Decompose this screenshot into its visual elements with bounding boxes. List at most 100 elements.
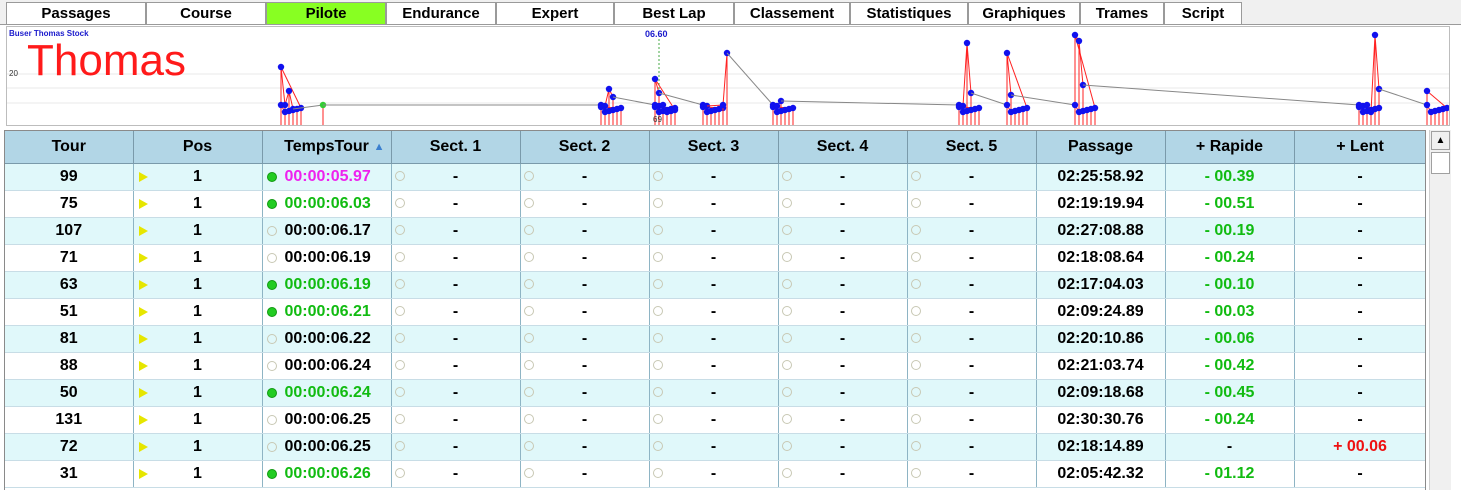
cell-sect2: - xyxy=(520,217,650,245)
cell-tempstour: 00:00:06.22 xyxy=(262,325,392,353)
cell-sect5-value: - xyxy=(968,195,975,212)
tab-expert[interactable]: Expert xyxy=(496,2,614,24)
chart-point xyxy=(1371,31,1379,39)
table-row[interactable]: 63 1 00:00:06.19- - - - -02:17:04.03- 00.10- xyxy=(5,271,1425,299)
cell-sect1-value: - xyxy=(452,330,459,347)
cell-sect1: - xyxy=(391,433,521,461)
tab-graphiques[interactable]: Graphiques xyxy=(968,2,1080,24)
col-header-pos[interactable]: Pos xyxy=(133,131,263,164)
cell-tour: 81 xyxy=(5,325,134,353)
sector-dot-icon xyxy=(394,252,405,262)
cell-passage: 02:27:08.88 xyxy=(1036,217,1166,245)
scroll-up-arrow-icon[interactable]: ▲ xyxy=(1431,131,1450,150)
cell-sect2: - xyxy=(520,433,650,461)
col-header-tempstour[interactable]: TempsTour ▲ xyxy=(262,131,392,164)
tab-script[interactable]: Script xyxy=(1164,2,1242,24)
table-row[interactable]: 71 1 00:00:06.19- - - - -02:18:08.64- 00.24- xyxy=(5,244,1425,272)
position-flag-icon xyxy=(138,172,148,182)
chart-point xyxy=(281,101,289,109)
cell-rapide: - 00.10 xyxy=(1165,271,1295,299)
col-header-passage[interactable]: Passage xyxy=(1036,131,1166,164)
tab-classement[interactable]: Classement xyxy=(734,2,850,24)
tab-passages[interactable]: Passages xyxy=(6,2,146,24)
scroll-thumb[interactable] xyxy=(1431,152,1450,174)
cell-sect1-value: - xyxy=(452,276,459,293)
cell-sect2-value: - xyxy=(581,168,588,185)
cell-pos-value: 1 xyxy=(193,330,202,347)
sector-dot-icon xyxy=(523,387,534,397)
cell-sect1: - xyxy=(391,163,521,191)
table-row[interactable]: 107 1 00:00:06.17- - - - -02:27:08.88- 00.19- xyxy=(5,217,1425,245)
cell-sect4: - xyxy=(778,460,908,488)
chart-point xyxy=(1003,49,1011,57)
sector-dot-icon xyxy=(652,252,663,262)
sector-dot-icon xyxy=(910,171,921,181)
cell-tempstour-value: 00:00:06.25 xyxy=(284,438,371,455)
cell-sect2: - xyxy=(520,460,650,488)
cell-tour: 50 xyxy=(5,379,134,407)
best-lap-dot-icon xyxy=(266,468,277,479)
tab-course[interactable]: Course xyxy=(146,2,266,24)
col-header-sect5[interactable]: Sect. 5 xyxy=(907,131,1037,164)
vertical-scrollbar[interactable]: ▲ xyxy=(1429,130,1451,490)
cell-sect2: - xyxy=(520,352,650,380)
cell-sect4: - xyxy=(778,406,908,434)
table-row[interactable]: 88 1 00:00:06.24- - - - -02:21:03.74- 00.42- xyxy=(5,352,1425,380)
table-row[interactable]: 51 1 00:00:06.21- - - - -02:09:24.89- 00.03- xyxy=(5,298,1425,326)
sector-dot-icon xyxy=(652,414,663,424)
cell-lent: - xyxy=(1294,190,1425,218)
tab-trames[interactable]: Trames xyxy=(1080,2,1164,24)
table-row[interactable]: 81 1 00:00:06.22- - - - -02:20:10.86- 00.06- xyxy=(5,325,1425,353)
sector-dot-icon xyxy=(652,198,663,208)
sector-dot-icon xyxy=(910,198,921,208)
table-row[interactable]: 75 1 00:00:06.03- - - - -02:19:19.94- 00.51- xyxy=(5,190,1425,218)
sector-dot-icon xyxy=(781,387,792,397)
cell-sect3: - xyxy=(649,433,779,461)
sector-dot-icon xyxy=(910,414,921,424)
cell-sect4: - xyxy=(778,163,908,191)
position-flag-icon xyxy=(138,226,148,236)
table-row[interactable]: 72 1 00:00:06.25- - - - -02:18:14.89- + 00.06 xyxy=(5,433,1425,461)
table-row[interactable]: 131 1 00:00:06.25- - - - -02:30:30.76- 00.24- xyxy=(5,406,1425,434)
cell-tempstour: 00:00:06.25 xyxy=(262,406,392,434)
sector-dot-icon xyxy=(394,198,405,208)
cell-rapide: - 00.39 xyxy=(1165,163,1295,191)
col-header-lent[interactable]: + Lent xyxy=(1294,131,1425,164)
cell-sect4-value: - xyxy=(839,411,846,428)
chart-point xyxy=(617,104,625,112)
sector-dot-icon xyxy=(523,360,534,370)
tab-endurance[interactable]: Endurance xyxy=(386,2,496,24)
cell-sect4-value: - xyxy=(839,330,846,347)
col-header-sect3[interactable]: Sect. 3 xyxy=(649,131,779,164)
col-header-sect1[interactable]: Sect. 1 xyxy=(391,131,521,164)
table-row[interactable]: 50 1 00:00:06.24- - - - -02:09:18.68- 00.45- xyxy=(5,379,1425,407)
sector-dot-icon xyxy=(781,333,792,343)
cell-lent: - xyxy=(1294,163,1425,191)
tab-best-lap[interactable]: Best Lap xyxy=(614,2,734,24)
cell-passage: 02:18:08.64 xyxy=(1036,244,1166,272)
sector-dot-icon xyxy=(781,441,792,451)
cell-sect4-value: - xyxy=(839,438,846,455)
laps-table-container[interactable]: Tour Pos TempsTour ▲ Sect. 1 Sect. 2 Sect… xyxy=(4,130,1426,490)
tab-pilote[interactable]: Pilote xyxy=(266,2,386,24)
best-lap-dot-icon xyxy=(266,306,277,317)
cell-pos: 1 xyxy=(133,352,263,380)
cell-sect3: - xyxy=(649,298,779,326)
cell-sect1: - xyxy=(391,325,521,353)
table-row[interactable]: 31 1 00:00:06.26- - - - -02:05:42.32- 01.12- xyxy=(5,460,1425,488)
position-flag-icon xyxy=(138,415,148,425)
cell-pos-value: 1 xyxy=(193,411,202,428)
cell-sect4: - xyxy=(778,217,908,245)
sector-dot-icon xyxy=(394,306,405,316)
position-flag-icon xyxy=(138,361,148,371)
sector-dot-icon xyxy=(781,306,792,316)
cell-sect3-value: - xyxy=(710,222,717,239)
col-header-rapide[interactable]: + Rapide xyxy=(1165,131,1295,164)
col-header-sect4[interactable]: Sect. 4 xyxy=(778,131,908,164)
cell-sect3-value: - xyxy=(710,411,717,428)
col-header-tour[interactable]: Tour xyxy=(5,131,134,164)
tab-statistiques[interactable]: Statistiques xyxy=(850,2,968,24)
lap-time-chart[interactable]: Buser Thomas Stock Thomas 20 06.60 69 xyxy=(6,26,1450,126)
col-header-sect2[interactable]: Sect. 2 xyxy=(520,131,650,164)
table-row[interactable]: 99 1 00:00:05.97- - - - -02:25:58.92- 00.39- xyxy=(5,163,1425,191)
